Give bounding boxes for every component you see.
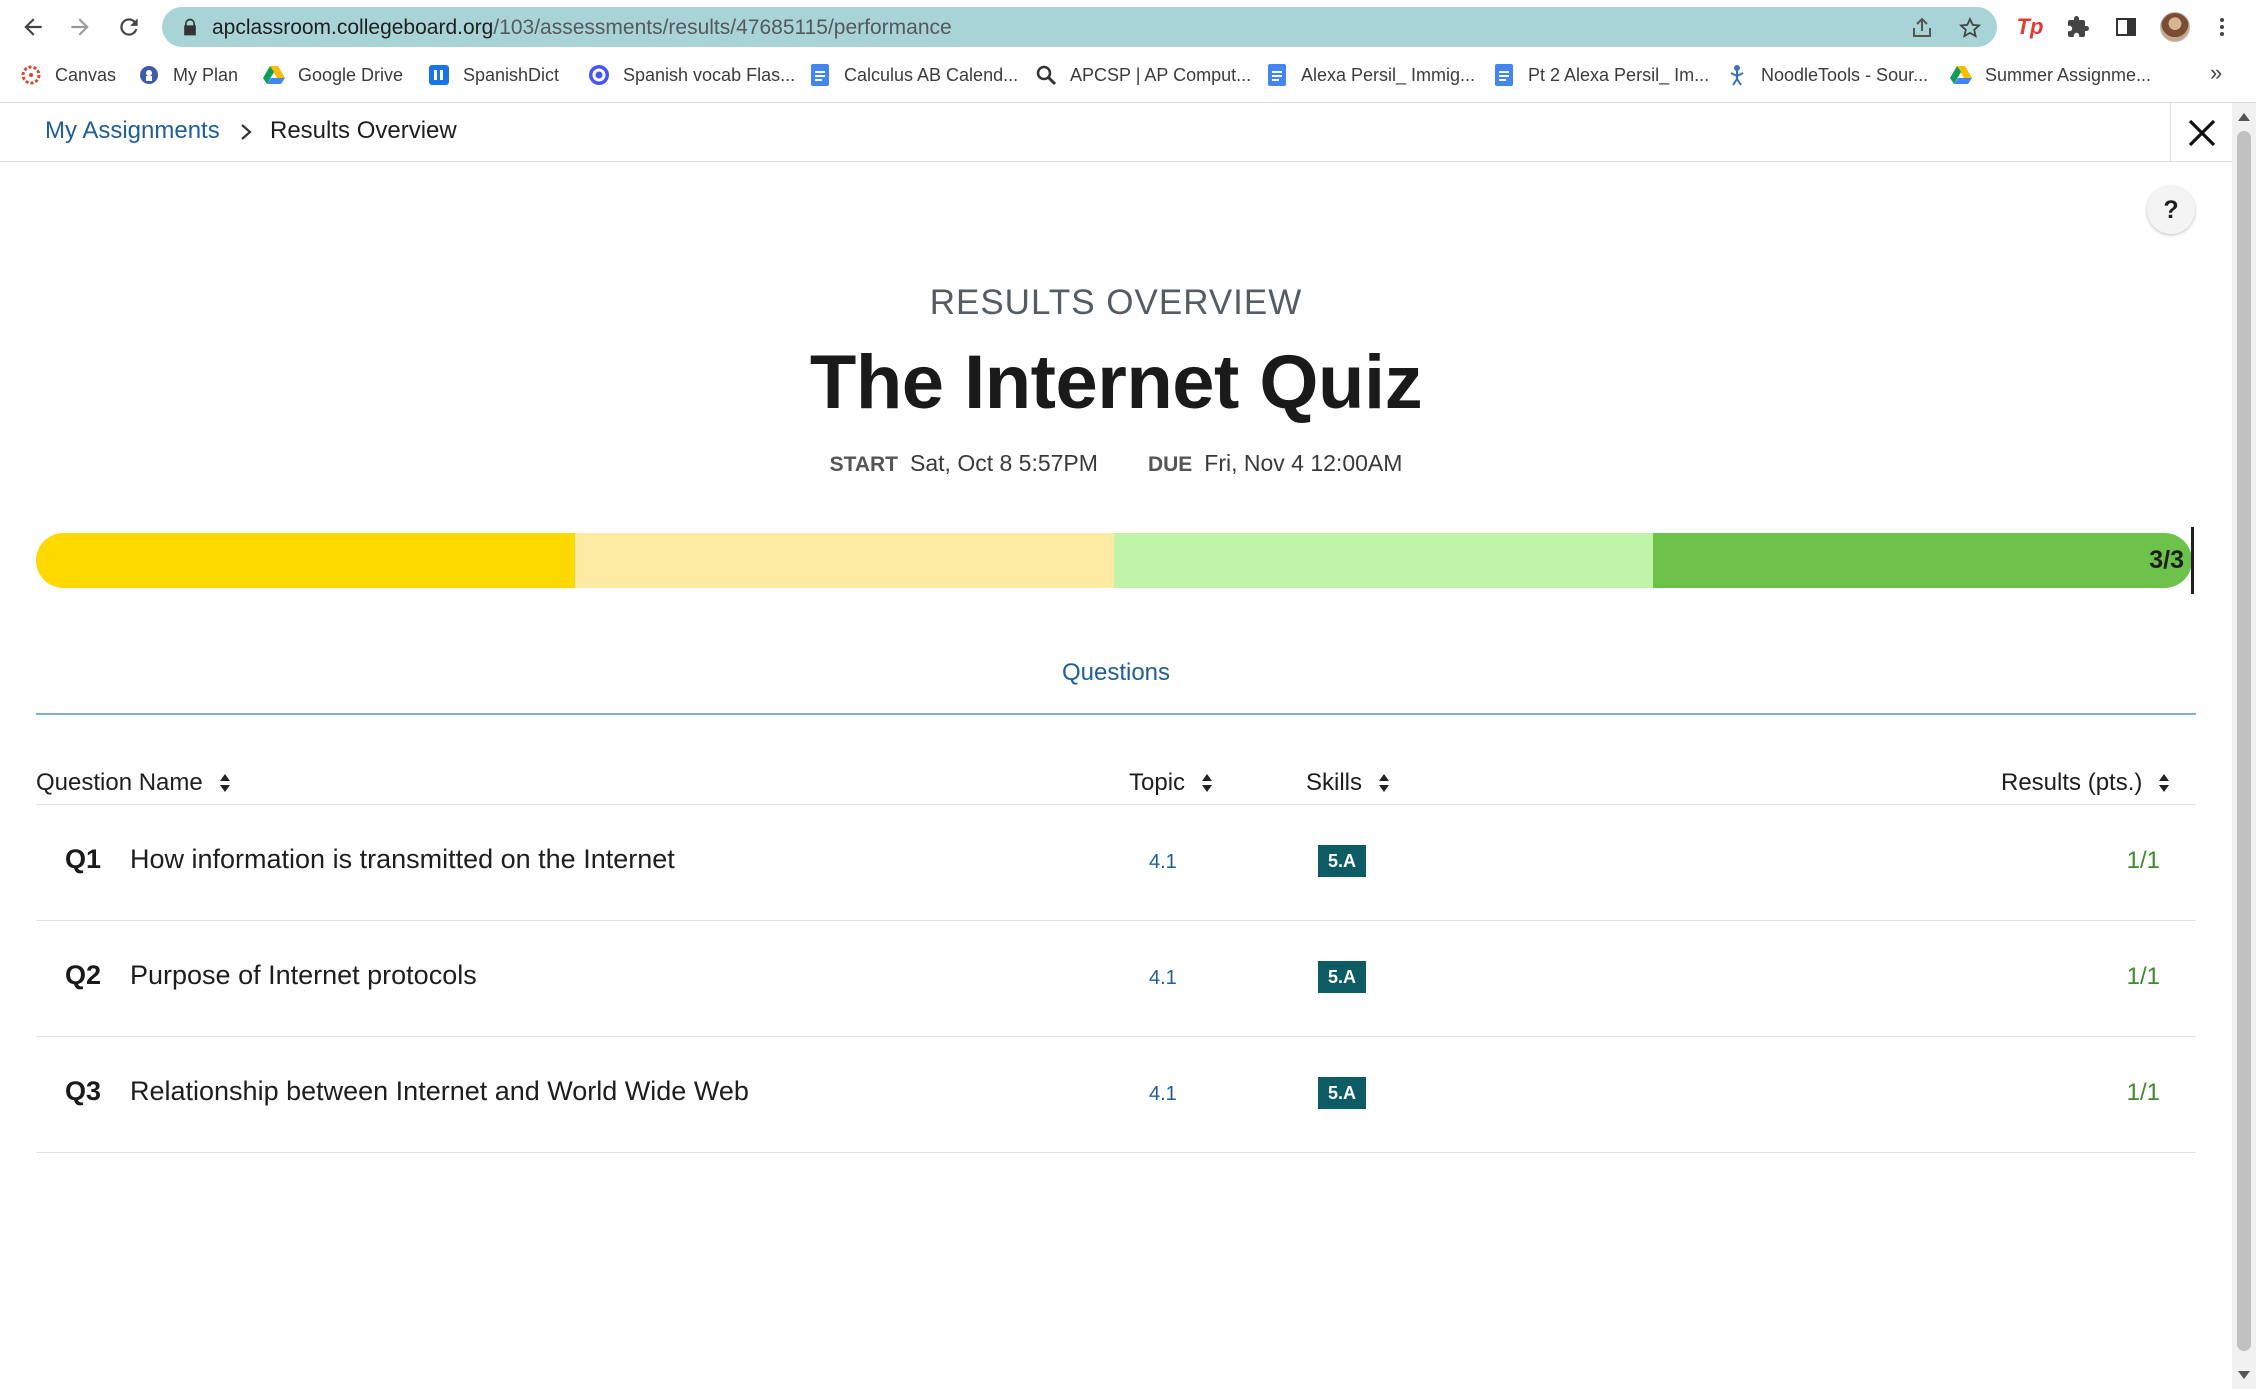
breadcrumb-my-assignments[interactable]: My Assignments — [45, 117, 220, 145]
assignment-dates: START Sat, Oct 8 5:57PM DUE Fri, Nov 4 12:0… — [0, 450, 2232, 477]
extensions-puzzle-icon[interactable] — [2064, 13, 2092, 41]
scroll-down-icon[interactable] — [2238, 1371, 2250, 1379]
bookmark-star-icon[interactable] — [1958, 16, 1982, 40]
question-topic[interactable]: 4.1 — [1149, 967, 1177, 990]
column-question-name[interactable]: Question Name — [36, 769, 231, 797]
docs-icon — [1266, 64, 1288, 86]
due-date: Fri, Nov 4 12:00AM — [1204, 450, 1403, 476]
google-drive-icon — [263, 64, 285, 86]
reload-button[interactable] — [112, 10, 146, 44]
share-icon[interactable] — [1910, 16, 1934, 40]
question-topic[interactable]: 4.1 — [1149, 1083, 1177, 1106]
progress-segment — [36, 533, 575, 588]
myplan-icon — [138, 64, 160, 86]
more-bookmarks-button[interactable]: » — [2210, 60, 2222, 86]
page-scrollbar[interactable] — [2232, 103, 2256, 1389]
bookmark-spanishdict[interactable]: SpanishDict — [428, 61, 559, 89]
chevron-right-icon — [241, 124, 252, 140]
progress-segment — [1653, 533, 2192, 588]
page-eyebrow: RESULTS OVERVIEW — [929, 283, 1303, 322]
bookmark-google-drive[interactable]: Google Drive — [263, 61, 403, 89]
due-label: DUE — [1147, 453, 1193, 476]
column-skills[interactable]: Skills — [1306, 769, 1390, 797]
apcsp-icon — [1035, 64, 1057, 86]
browser-menu-icon[interactable] — [2208, 13, 2236, 41]
bookmark-apcsp[interactable]: APCSP | AP Comput... — [1035, 61, 1251, 89]
score-progress-marker — [2191, 527, 2194, 594]
score-progress-bar — [36, 533, 2192, 588]
score-progress-label: 3/3 — [2149, 546, 2184, 574]
side-panel-icon[interactable] — [2112, 13, 2140, 41]
tab-questions[interactable]: Questions — [0, 659, 2232, 687]
url-text: apclassroom.collegeboard.org/103/assessm… — [212, 16, 952, 39]
sort-icon — [219, 774, 230, 792]
question-number: Q3 — [65, 1076, 102, 1106]
bookmark-alexa-immig[interactable]: Alexa Persil_ Immig... — [1266, 61, 1475, 89]
sort-icon — [2159, 774, 2170, 792]
docs-icon — [1493, 64, 1515, 86]
sort-icon — [1379, 774, 1390, 792]
profile-avatar[interactable] — [2160, 12, 2190, 42]
progress-segment — [575, 533, 1114, 588]
bookmarks-bar: Canvas My Plan Google Drive SpanishDict … — [0, 56, 2256, 94]
skill-badge: 5.A — [1318, 1077, 1366, 1109]
scrollbar-thumb[interactable] — [2237, 131, 2251, 1351]
table-row[interactable]: Q3 Relationship between Internet and Wor… — [36, 1037, 2196, 1153]
lock-icon — [184, 18, 196, 36]
reload-icon — [120, 18, 138, 36]
question-score: 1/1 — [2126, 847, 2160, 874]
results-page: My Assignments Results Overview ? RESULT… — [0, 103, 2232, 1389]
page-title: The Internet Quiz — [809, 340, 1423, 425]
back-button[interactable] — [16, 10, 50, 44]
bookmark-canvas[interactable]: Canvas — [20, 61, 116, 89]
bookmark-spanish-vocab[interactable]: Spanish vocab Flas... — [588, 61, 795, 89]
question-name[interactable]: Relationship between Internet and World … — [130, 1076, 749, 1107]
back-arrow-icon — [24, 18, 42, 36]
question-score: 1/1 — [2126, 1079, 2160, 1106]
question-topic[interactable]: 4.1 — [1149, 851, 1177, 874]
browser-chrome: apclassroom.collegeboard.org/103/assessm… — [0, 0, 2256, 103]
scroll-up-icon[interactable] — [2238, 113, 2250, 121]
table-header: Question Name Topic Skills Results (pts.… — [36, 763, 2196, 805]
breadcrumb: My Assignments Results Overview — [0, 103, 2232, 162]
close-icon — [2188, 119, 2215, 146]
forward-button[interactable] — [63, 10, 97, 44]
start-label: START — [829, 453, 899, 476]
table-row[interactable]: Q2 Purpose of Internet protocols 4.1 5.A… — [36, 921, 2196, 1037]
breadcrumb-results-overview: Results Overview — [270, 117, 457, 144]
sort-icon — [1202, 774, 1213, 792]
question-name[interactable]: Purpose of Internet protocols — [130, 960, 477, 991]
bookmark-summer-assignment[interactable]: Summer Assignme... — [1950, 61, 2151, 89]
spanishdict-icon — [428, 64, 450, 86]
column-results[interactable]: Results (pts.) — [2001, 769, 2170, 797]
address-bar[interactable]: apclassroom.collegeboard.org/103/assessm… — [162, 7, 1997, 47]
google-drive-icon — [1950, 64, 1972, 86]
question-score: 1/1 — [2126, 963, 2160, 990]
question-number: Q1 — [65, 844, 102, 874]
skill-badge: 5.A — [1318, 845, 1366, 877]
browser-toolbar: apclassroom.collegeboard.org/103/assessm… — [0, 0, 2256, 54]
bookmark-noodletools[interactable]: NoodleTools - Sour... — [1726, 61, 1928, 89]
bookmark-pt2-alexa[interactable]: Pt 2 Alexa Persil_ Im... — [1493, 61, 1709, 89]
quizlet-icon — [588, 64, 610, 86]
skill-badge: 5.A — [1318, 961, 1366, 993]
tab-underline — [36, 713, 2196, 715]
start-date: Sat, Oct 8 5:57PM — [910, 450, 1098, 476]
bookmark-my-plan[interactable]: My Plan — [138, 61, 238, 89]
question-name[interactable]: How information is transmitted on the In… — [130, 844, 675, 875]
progress-segment — [1114, 533, 1653, 588]
canvas-icon — [20, 64, 42, 86]
question-number: Q2 — [65, 960, 102, 990]
close-button[interactable] — [2170, 103, 2232, 162]
noodletools-icon — [1726, 64, 1748, 86]
help-button[interactable]: ? — [2147, 186, 2195, 234]
table-row[interactable]: Q1 How information is transmitted on the… — [36, 805, 2196, 921]
docs-icon — [809, 64, 831, 86]
bookmark-calculus-ab[interactable]: Calculus AB Calend... — [809, 61, 1018, 89]
extension-tp-icon[interactable]: Tp — [2016, 13, 2044, 41]
forward-arrow-icon — [71, 18, 89, 36]
column-topic[interactable]: Topic — [1129, 769, 1213, 797]
